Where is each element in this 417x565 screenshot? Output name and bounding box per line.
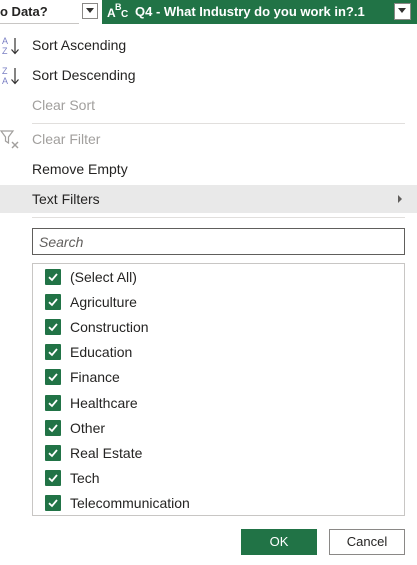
checkbox[interactable] bbox=[45, 269, 61, 285]
checkbox[interactable] bbox=[45, 419, 61, 436]
list-item[interactable]: Education bbox=[33, 340, 404, 365]
checkmark-icon bbox=[48, 398, 58, 407]
menu-item-sort-ascending[interactable]: A Z Sort Ascending bbox=[0, 31, 417, 59]
checkmark-icon bbox=[48, 298, 58, 307]
list-item-label: (Select All) bbox=[70, 269, 137, 285]
sort-descending-icon: Z A bbox=[0, 65, 24, 87]
previous-column-filter-dropdown[interactable] bbox=[82, 3, 98, 19]
list-item-label: Telecommunication bbox=[70, 494, 190, 511]
menu-item-sort-descending[interactable]: Z A Sort Descending bbox=[0, 61, 417, 89]
checkbox[interactable] bbox=[45, 444, 61, 461]
search-input[interactable] bbox=[33, 229, 404, 254]
menu-item-clear-filter: Clear Filter bbox=[0, 125, 417, 153]
checkbox[interactable] bbox=[45, 319, 61, 336]
menu-item-text-filters[interactable]: Text Filters bbox=[0, 185, 417, 213]
select-all-item[interactable]: (Select All) bbox=[33, 265, 404, 290]
list-item[interactable]: Agriculture bbox=[33, 290, 404, 315]
list-item[interactable]: Real Estate bbox=[33, 441, 404, 466]
checkmark-icon bbox=[48, 449, 58, 457]
clear-filter-icon bbox=[0, 129, 24, 151]
list-item-label: Agriculture bbox=[70, 294, 137, 311]
svg-text:Z: Z bbox=[2, 66, 8, 76]
checkmark-icon bbox=[48, 474, 58, 483]
filter-values-list[interactable]: (Select All) Agriculture Construction Educa… bbox=[32, 263, 405, 516]
column-header-bar: o Data? A B C Q4 - What Industry do you … bbox=[0, 0, 417, 24]
checkmark-icon bbox=[48, 499, 58, 508]
checkmark-icon bbox=[48, 424, 58, 432]
list-item[interactable]: Construction bbox=[33, 315, 404, 340]
ok-button[interactable]: OK bbox=[241, 529, 317, 555]
list-item[interactable]: Telecommunication bbox=[33, 491, 404, 516]
list-item-label: Construction bbox=[70, 319, 149, 336]
svg-text:A: A bbox=[2, 36, 8, 46]
column-filter-dropdown[interactable] bbox=[394, 3, 411, 20]
list-item[interactable]: Tech bbox=[33, 466, 404, 491]
menu-item-remove-empty[interactable]: Remove Empty bbox=[0, 155, 417, 183]
cancel-button[interactable]: Cancel bbox=[329, 529, 405, 555]
checkmark-icon bbox=[48, 373, 58, 382]
list-item-label: Education bbox=[70, 344, 133, 361]
checkbox[interactable] bbox=[45, 494, 61, 511]
checkbox[interactable] bbox=[45, 369, 61, 386]
checkbox[interactable] bbox=[45, 344, 61, 361]
chevron-right-icon bbox=[398, 195, 402, 203]
list-item[interactable]: Healthcare bbox=[33, 391, 404, 416]
previous-column-header[interactable]: o Data? bbox=[0, 0, 79, 24]
checkbox[interactable] bbox=[45, 394, 61, 411]
list-item-label: Tech bbox=[70, 469, 100, 486]
sort-ascending-icon: A Z bbox=[0, 35, 24, 57]
menu-divider bbox=[32, 123, 405, 124]
list-item-label: Other bbox=[70, 419, 106, 436]
column-title: Q4 - What Industry do you work in?.1 bbox=[135, 4, 365, 19]
checkmark-icon bbox=[48, 348, 58, 357]
list-item[interactable]: Finance bbox=[33, 365, 404, 390]
list-item-label: Finance bbox=[70, 369, 120, 386]
active-column-header[interactable]: A B C Q4 - What Industry do you work in?… bbox=[102, 0, 417, 24]
abc-text-type-icon[interactable]: A B C bbox=[107, 2, 131, 21]
checkmark-icon bbox=[48, 273, 58, 282]
svg-text:A: A bbox=[2, 76, 8, 86]
svg-text:Z: Z bbox=[2, 46, 8, 56]
checkbox[interactable] bbox=[45, 294, 61, 311]
search-box bbox=[32, 228, 405, 255]
menu-divider bbox=[32, 217, 405, 218]
list-item[interactable]: Other bbox=[33, 416, 404, 441]
list-item-label: Real Estate bbox=[70, 444, 143, 461]
checkbox[interactable] bbox=[45, 469, 61, 486]
checkmark-icon bbox=[48, 323, 58, 332]
list-item-label: Healthcare bbox=[70, 394, 138, 411]
menu-item-clear-sort: Clear Sort bbox=[32, 97, 96, 113]
